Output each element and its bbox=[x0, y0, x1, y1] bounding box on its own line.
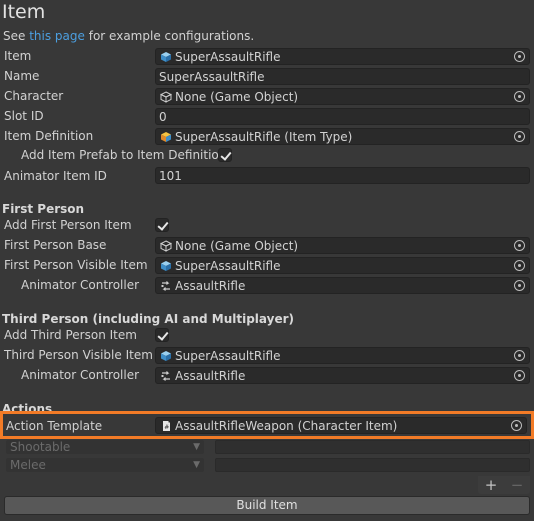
prefab-cube-icon bbox=[159, 50, 172, 63]
see-suffix: for example configurations. bbox=[88, 29, 255, 43]
shootable-dropdown-label: Shootable bbox=[10, 440, 71, 454]
first-person-base-field[interactable]: None (Game Object) bbox=[155, 237, 530, 254]
item-definition-value: SuperAssaultRifle (Item Type) bbox=[175, 129, 353, 144]
prefab-cube-icon bbox=[159, 259, 172, 272]
build-item-button[interactable]: Build Item bbox=[4, 496, 530, 515]
first-person-base-value: None (Game Object) bbox=[175, 238, 299, 253]
name-value: SuperAssaultRifle bbox=[159, 69, 265, 84]
first-person-animator-label: Animator Controller bbox=[21, 278, 140, 292]
item-definition-field[interactable]: SuperAssaultRifle (Item Type) bbox=[155, 128, 530, 145]
first-person-animator-field[interactable]: AssaultRifle bbox=[155, 277, 530, 294]
first-person-base-label: First Person Base bbox=[4, 238, 107, 252]
shootable-object-field[interactable] bbox=[215, 440, 530, 454]
chevron-down-icon: ▼ bbox=[193, 460, 200, 470]
object-picker-icon[interactable] bbox=[514, 51, 525, 62]
item-definition-label: Item Definition bbox=[4, 129, 94, 143]
see-page-line: See this page for example configurations… bbox=[3, 29, 254, 43]
first-person-heading: First Person bbox=[2, 202, 85, 216]
animator-item-id-value: 101 bbox=[159, 168, 182, 183]
add-first-person-checkbox[interactable] bbox=[155, 218, 169, 232]
first-person-visible-item-field[interactable]: SuperAssaultRifle bbox=[155, 257, 530, 274]
third-person-animator-field[interactable]: AssaultRifle bbox=[155, 367, 530, 384]
third-person-visible-item-value: SuperAssaultRifle bbox=[175, 348, 281, 363]
character-field[interactable]: None (Game Object) bbox=[155, 88, 530, 105]
third-person-animator-label: Animator Controller bbox=[21, 368, 140, 382]
object-picker-icon[interactable] bbox=[514, 350, 525, 361]
melee-dropdown[interactable]: Melee ▼ bbox=[6, 458, 204, 472]
animator-controller-icon bbox=[159, 369, 172, 382]
item-value: SuperAssaultRifle bbox=[175, 49, 281, 64]
object-picker-icon[interactable] bbox=[514, 370, 525, 381]
gameobject-cube-icon bbox=[159, 239, 172, 252]
item-field[interactable]: SuperAssaultRifle bbox=[155, 48, 530, 65]
object-picker-icon[interactable] bbox=[514, 260, 525, 271]
animator-item-id-label: Animator Item ID bbox=[4, 169, 107, 183]
add-third-person-checkbox[interactable] bbox=[155, 328, 169, 342]
remove-action-button[interactable]: − bbox=[511, 476, 524, 494]
chevron-down-icon: ▼ bbox=[193, 442, 200, 452]
item-label: Item bbox=[4, 49, 32, 63]
third-person-visible-item-field[interactable]: SuperAssaultRifle bbox=[155, 347, 530, 364]
third-person-visible-item-label: Third Person Visible Item bbox=[4, 348, 153, 362]
animator-controller-icon bbox=[159, 279, 172, 292]
character-label: Character bbox=[4, 89, 64, 103]
shootable-dropdown[interactable]: Shootable ▼ bbox=[6, 440, 204, 454]
list-add-remove-bar: + − bbox=[478, 476, 530, 494]
add-action-button[interactable]: + bbox=[485, 476, 498, 494]
gameobject-cube-icon bbox=[159, 90, 172, 103]
add-first-person-label: Add First Person Item bbox=[4, 218, 132, 232]
example-page-link[interactable]: this page bbox=[29, 29, 85, 43]
inspector-title: Item bbox=[2, 1, 46, 23]
first-person-visible-item-value: SuperAssaultRifle bbox=[175, 258, 281, 273]
slot-id-value: 0 bbox=[159, 109, 167, 124]
first-person-animator-value: AssaultRifle bbox=[175, 278, 246, 293]
melee-dropdown-label: Melee bbox=[10, 458, 46, 472]
third-person-heading: Third Person (including AI and Multiplay… bbox=[2, 312, 294, 326]
see-prefix: See bbox=[3, 29, 26, 43]
object-picker-icon[interactable] bbox=[514, 131, 525, 142]
add-third-person-label: Add Third Person Item bbox=[4, 328, 137, 342]
slot-id-label: Slot ID bbox=[4, 109, 44, 123]
add-prefab-checkbox[interactable] bbox=[218, 148, 232, 162]
slot-id-input[interactable]: 0 bbox=[155, 108, 530, 125]
melee-object-field[interactable] bbox=[215, 458, 530, 472]
first-person-visible-item-label: First Person Visible Item bbox=[4, 258, 148, 272]
item-type-icon bbox=[159, 130, 172, 143]
object-picker-icon[interactable] bbox=[514, 240, 525, 251]
add-prefab-label: Add Item Prefab to Item Definition bbox=[21, 148, 227, 162]
object-picker-icon[interactable] bbox=[514, 280, 525, 291]
action-template-highlight bbox=[0, 411, 534, 439]
prefab-cube-icon bbox=[159, 349, 172, 362]
name-label: Name bbox=[4, 69, 40, 83]
object-picker-icon[interactable] bbox=[514, 91, 525, 102]
character-value: None (Game Object) bbox=[175, 89, 299, 104]
name-input[interactable]: SuperAssaultRifle bbox=[155, 68, 530, 85]
third-person-animator-value: AssaultRifle bbox=[175, 368, 246, 383]
animator-item-id-input[interactable]: 101 bbox=[155, 167, 530, 184]
